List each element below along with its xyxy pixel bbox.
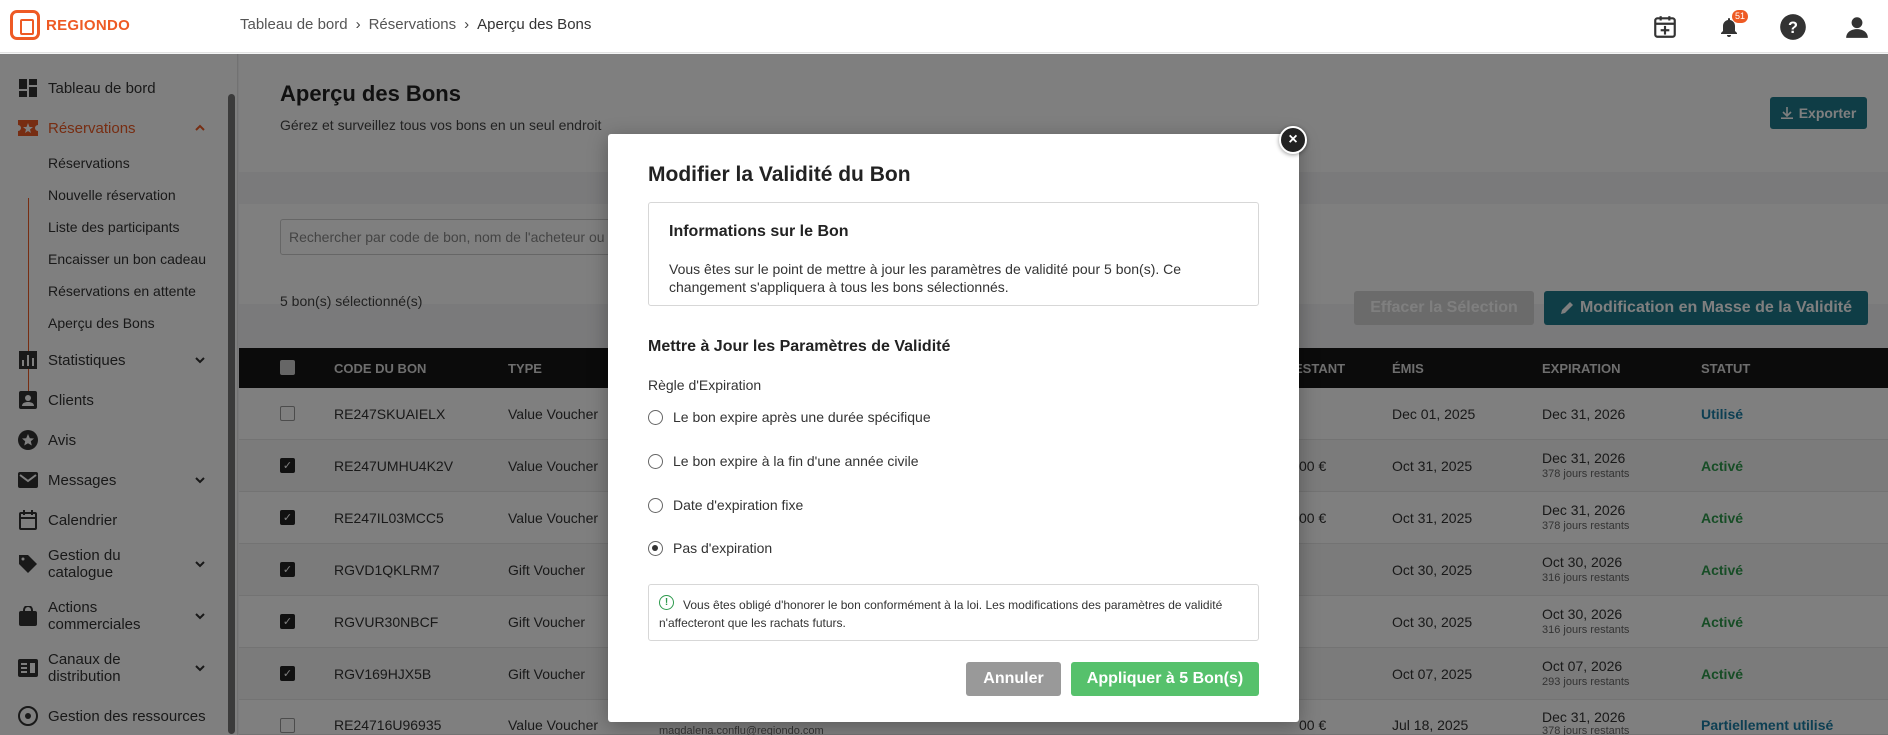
chevron-right-icon: › bbox=[464, 16, 470, 33]
modal-title: Modifier la Validité du Bon bbox=[648, 163, 911, 186]
info-text: Vous êtes sur le point de mettre à jour … bbox=[669, 261, 1182, 295]
edit-validity-modal: Modifier la Validité du Bon Informations… bbox=[608, 134, 1299, 722]
info-title: Informations sur le Bon bbox=[669, 223, 849, 240]
notification-badge: 51 bbox=[1731, 10, 1748, 23]
breadcrumb-item-dashboard[interactable]: Tableau de bord bbox=[240, 16, 348, 33]
svg-text:?: ? bbox=[1788, 19, 1798, 37]
radio-button[interactable] bbox=[648, 409, 663, 425]
breadcrumb-item-current: Aperçu des Bons bbox=[477, 16, 592, 33]
radio-fixed-date[interactable]: Date d'expiration fixe bbox=[648, 497, 803, 513]
radio-calendar-year[interactable]: Le bon expire à la fin d'une année civil… bbox=[648, 453, 919, 469]
legal-notice-box: ! Vous êtes obligé d'honorer le bon conf… bbox=[648, 584, 1259, 641]
close-icon[interactable]: × bbox=[1279, 126, 1307, 154]
top-bar: REGIONDO Tableau de bord › Réservations … bbox=[0, 0, 1888, 53]
section-title: Mettre à Jour les Paramètres de Validité bbox=[648, 338, 951, 355]
radio-no-expiration[interactable]: Pas d'expiration bbox=[648, 540, 772, 556]
chevron-right-icon: › bbox=[355, 16, 361, 33]
radio-button-selected[interactable] bbox=[648, 540, 663, 556]
expiration-rule-label: Règle d'Expiration bbox=[648, 377, 762, 393]
help-icon[interactable]: ? bbox=[1778, 12, 1808, 42]
user-icon[interactable] bbox=[1842, 12, 1872, 42]
legal-notice-text: Vous êtes obligé d'honorer le bon confor… bbox=[659, 598, 1223, 630]
logo-text: REGIONDO bbox=[46, 16, 131, 34]
breadcrumb: Tableau de bord › Réservations › Aperçu … bbox=[240, 16, 591, 33]
radio-label: Le bon expire à la fin d'une année civil… bbox=[673, 453, 919, 469]
voucher-info-box: Informations sur le Bon Vous êtes sur le… bbox=[648, 202, 1259, 306]
radio-label: Pas d'expiration bbox=[673, 540, 773, 556]
cancel-button[interactable]: Annuler bbox=[966, 662, 1061, 696]
radio-button[interactable] bbox=[648, 497, 663, 513]
logo-icon bbox=[10, 10, 40, 40]
radio-label: Le bon expire après une durée spécifique bbox=[673, 409, 931, 425]
breadcrumb-item-reservations[interactable]: Réservations bbox=[369, 16, 457, 33]
logo[interactable]: REGIONDO bbox=[10, 10, 130, 40]
apply-button[interactable]: Appliquer à 5 Bon(s) bbox=[1071, 662, 1259, 696]
bell-icon[interactable]: 51 bbox=[1714, 10, 1748, 42]
radio-button[interactable] bbox=[648, 453, 663, 469]
radio-label: Date d'expiration fixe bbox=[673, 497, 804, 513]
radio-duration[interactable]: Le bon expire après une durée spécifique bbox=[648, 409, 931, 425]
calendar-add-icon[interactable] bbox=[1650, 12, 1680, 42]
